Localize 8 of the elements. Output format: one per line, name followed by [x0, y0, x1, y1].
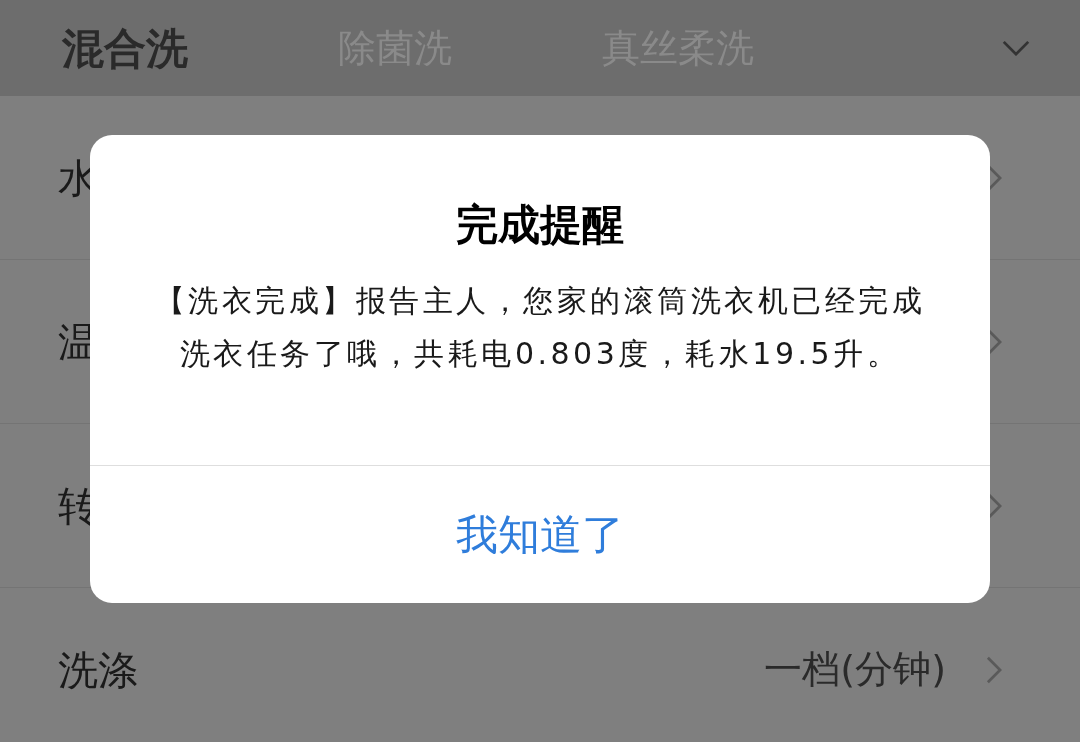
row-label: 洗涤 [58, 645, 138, 695]
confirm-button[interactable]: 我知道了 [440, 503, 640, 566]
dialog-title: 完成提醒 [456, 199, 624, 251]
row-value: 一档(分钟) [764, 646, 946, 693]
chevron-right-icon [986, 655, 1002, 684]
tab[interactable]: 混合洗 [62, 16, 188, 80]
dialog-message: 【洗衣完成】报告主人，您家的滚筒洗衣机已经完成洗衣任务了哦，共耗电0.803度，耗水19.5升。 [153, 282, 927, 373]
chevron-down-icon [1002, 40, 1030, 56]
